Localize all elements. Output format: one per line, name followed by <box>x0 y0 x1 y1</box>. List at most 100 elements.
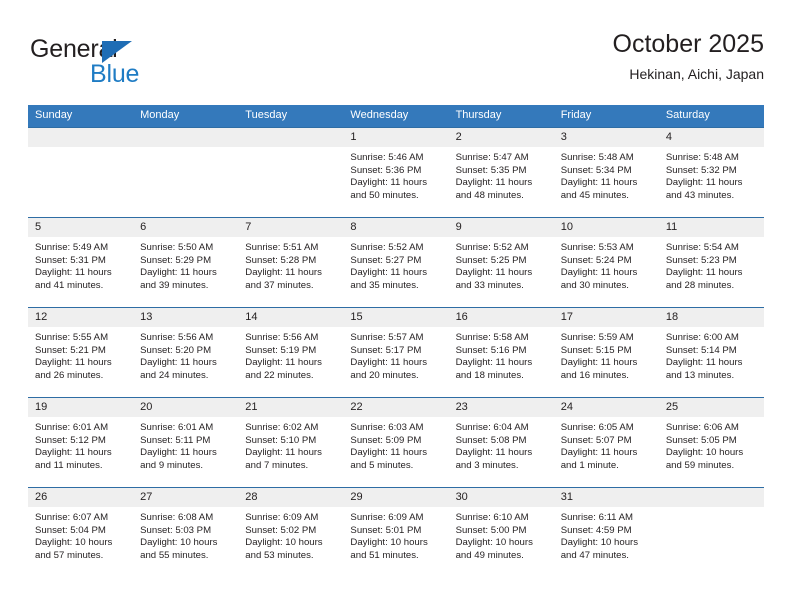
day-number: 26 <box>28 488 134 507</box>
sunrise-time: Sunrise: 6:02 AM <box>245 422 319 433</box>
sunset-time: Sunset: 5:36 PM <box>350 164 422 176</box>
daylight-duration-line2: and 49 minutes. <box>455 549 524 561</box>
sunrise-time: Sunrise: 5:49 AM <box>35 242 109 253</box>
calendar-week-row: 5 Sunrise: 5:49 AM Sunset: 5:31 PM Daylight… <box>28 217 764 308</box>
day-number <box>133 128 239 147</box>
calendar-day-cell[interactable]: 9 Sunrise: 5:52 AM Sunset: 5:25 PM Daylight… <box>448 217 554 308</box>
daylight-duration-line1: Daylight: 11 hours <box>245 447 322 459</box>
sunrise-time: Sunrise: 5:56 AM <box>140 332 214 343</box>
sunset-time: Sunset: 4:59 PM <box>560 524 632 536</box>
weekday-header-wednesday: Wednesday <box>343 105 449 128</box>
calendar-page: General Blue October 2025 Hekinan, Aichi… <box>0 0 792 612</box>
calendar-day-cell[interactable]: 10 Sunrise: 5:53 AM Sunset: 5:24 PM Dayligh… <box>553 217 659 308</box>
daylight-duration-line1: Daylight: 11 hours <box>350 177 428 189</box>
calendar-day-cell[interactable]: 11 Sunrise: 5:54 AM Sunset: 5:23 PM Dayligh… <box>658 217 764 308</box>
calendar-day-cell[interactable]: 5 Sunrise: 5:49 AM Sunset: 5:31 PM Daylight… <box>28 217 134 308</box>
sunrise-time: Sunrise: 5:57 AM <box>350 332 424 343</box>
sunset-time: Sunset: 5:02 PM <box>245 524 317 536</box>
calendar-day-cell[interactable]: 2 Sunrise: 5:47 AM Sunset: 5:35 PM Daylight… <box>448 127 554 218</box>
sunrise-time: Sunrise: 6:09 AM <box>245 512 319 523</box>
daylight-duration-line1: Daylight: 11 hours <box>665 177 743 189</box>
daylight-duration-line1: Daylight: 11 hours <box>455 357 533 369</box>
calendar-day-cell[interactable]: 28 Sunrise: 6:09 AM Sunset: 5:02 PM Dayligh… <box>238 487 344 577</box>
day-details: Sunrise: 6:10 AM Sunset: 5:00 PM Daylight:… <box>449 507 554 562</box>
day-details: Sunrise: 6:05 AM Sunset: 5:07 PM Daylight:… <box>554 417 659 472</box>
calendar-day-cell[interactable]: 16 Sunrise: 5:58 AM Sunset: 5:16 PM Dayligh… <box>448 307 554 398</box>
day-details: Sunrise: 5:48 AM Sunset: 5:32 PM Daylight:… <box>659 147 764 202</box>
calendar-day-cell[interactable]: 18 Sunrise: 6:00 AM Sunset: 5:14 PM Dayligh… <box>658 307 764 398</box>
sunset-time: Sunset: 5:07 PM <box>560 434 632 446</box>
daylight-duration-line1: Daylight: 11 hours <box>560 177 638 189</box>
calendar-day-cell[interactable]: 8 Sunrise: 5:52 AM Sunset: 5:27 PM Daylight… <box>343 217 449 308</box>
calendar-day-cell[interactable]: 25 Sunrise: 6:06 AM Sunset: 5:05 PM Dayligh… <box>658 397 764 488</box>
calendar-day-cell[interactable]: 3 Sunrise: 5:48 AM Sunset: 5:34 PM Daylight… <box>553 127 659 218</box>
calendar-day-cell[interactable]: 21 Sunrise: 6:02 AM Sunset: 5:10 PM Dayligh… <box>238 397 344 488</box>
calendar-body: 1 Sunrise: 5:46 AM Sunset: 5:36 PM Daylight… <box>28 127 764 577</box>
daylight-duration-line1: Daylight: 11 hours <box>35 447 112 459</box>
daylight-duration-line1: Daylight: 10 hours <box>140 537 218 549</box>
day-number: 4 <box>658 128 764 147</box>
calendar-day-cell[interactable]: 30 Sunrise: 6:10 AM Sunset: 5:00 PM Dayligh… <box>448 487 554 577</box>
calendar-day-cell[interactable]: 6 Sunrise: 5:50 AM Sunset: 5:29 PM Daylight… <box>133 217 239 308</box>
sunset-time: Sunset: 5:19 PM <box>245 344 317 356</box>
day-details: Sunrise: 5:51 AM Sunset: 5:28 PM Daylight:… <box>238 237 343 292</box>
daylight-duration-line2: and 43 minutes. <box>665 189 735 201</box>
daylight-duration-line2: and 59 minutes. <box>665 459 735 471</box>
weekday-header-saturday: Saturday <box>658 105 764 128</box>
weekday-header-sunday: Sunday <box>28 105 134 128</box>
sunrise-sunset-calendar: Sunday Monday Tuesday Wednesday Thursday… <box>28 105 764 577</box>
calendar-day-cell[interactable]: 27 Sunrise: 6:08 AM Sunset: 5:03 PM Dayligh… <box>133 487 239 577</box>
sunrise-time: Sunrise: 6:01 AM <box>35 422 109 433</box>
calendar-day-cell[interactable]: 4 Sunrise: 5:48 AM Sunset: 5:32 PM Daylight… <box>658 127 764 218</box>
day-details: Sunrise: 5:48 AM Sunset: 5:34 PM Daylight:… <box>554 147 659 202</box>
day-number <box>658 488 764 507</box>
calendar-day-cell[interactable]: 17 Sunrise: 5:59 AM Sunset: 5:15 PM Dayligh… <box>553 307 659 398</box>
calendar-day-cell[interactable]: 13 Sunrise: 5:56 AM Sunset: 5:20 PM Dayligh… <box>133 307 239 398</box>
sunrise-time: Sunrise: 5:50 AM <box>140 242 214 253</box>
calendar-day-cell[interactable]: 14 Sunrise: 5:56 AM Sunset: 5:19 PM Dayligh… <box>238 307 344 398</box>
day-number: 20 <box>133 398 239 417</box>
sunset-time: Sunset: 5:10 PM <box>245 434 317 446</box>
calendar-day-cell[interactable]: 1 Sunrise: 5:46 AM Sunset: 5:36 PM Daylight… <box>343 127 449 218</box>
daylight-duration-line1: Daylight: 11 hours <box>35 357 112 369</box>
day-number: 27 <box>133 488 239 507</box>
day-number: 17 <box>553 308 659 327</box>
daylight-duration-line2: and 26 minutes. <box>35 369 104 381</box>
calendar-day-cell[interactable]: 31 Sunrise: 6:11 AM Sunset: 4:59 PM Dayligh… <box>553 487 659 577</box>
day-number: 22 <box>343 398 449 417</box>
calendar-day-cell[interactable]: 26 Sunrise: 6:07 AM Sunset: 5:04 PM Dayligh… <box>28 487 134 577</box>
daylight-duration-line2: and 33 minutes. <box>455 279 524 291</box>
day-details: Sunrise: 5:58 AM Sunset: 5:16 PM Daylight:… <box>449 327 554 382</box>
calendar-day-cell[interactable]: 19 Sunrise: 6:01 AM Sunset: 5:12 PM Dayligh… <box>28 397 134 488</box>
calendar-day-cell[interactable]: 7 Sunrise: 5:51 AM Sunset: 5:28 PM Daylight… <box>238 217 344 308</box>
daylight-duration-line2: and 7 minutes. <box>245 459 309 471</box>
calendar-day-cell[interactable]: 22 Sunrise: 6:03 AM Sunset: 5:09 PM Dayligh… <box>343 397 449 488</box>
sunrise-time: Sunrise: 6:00 AM <box>665 332 739 343</box>
sunset-time: Sunset: 5:11 PM <box>140 434 211 446</box>
daylight-duration-line1: Daylight: 11 hours <box>560 267 638 279</box>
calendar-day-cell[interactable]: 24 Sunrise: 6:05 AM Sunset: 5:07 PM Dayligh… <box>553 397 659 488</box>
day-details: Sunrise: 5:50 AM Sunset: 5:29 PM Daylight:… <box>133 237 238 292</box>
daylight-duration-line2: and 11 minutes. <box>35 459 103 471</box>
calendar-day-cell[interactable]: 20 Sunrise: 6:01 AM Sunset: 5:11 PM Dayligh… <box>133 397 239 488</box>
calendar-day-cell[interactable]: 12 Sunrise: 5:55 AM Sunset: 5:21 PM Dayligh… <box>28 307 134 398</box>
calendar-day-cell[interactable]: 29 Sunrise: 6:09 AM Sunset: 5:01 PM Dayligh… <box>343 487 449 577</box>
daylight-duration-line1: Daylight: 11 hours <box>665 267 743 279</box>
daylight-duration-line1: Daylight: 10 hours <box>35 537 113 549</box>
calendar-day-cell[interactable]: 23 Sunrise: 6:04 AM Sunset: 5:08 PM Dayligh… <box>448 397 554 488</box>
sunrise-time: Sunrise: 5:46 AM <box>350 152 424 163</box>
daylight-duration-line1: Daylight: 11 hours <box>245 357 322 369</box>
day-number: 23 <box>448 398 554 417</box>
day-number: 28 <box>238 488 344 507</box>
day-details: Sunrise: 6:02 AM Sunset: 5:10 PM Daylight:… <box>238 417 343 472</box>
calendar-day-cell[interactable]: 15 Sunrise: 5:57 AM Sunset: 5:17 PM Dayligh… <box>343 307 449 398</box>
day-details: Sunrise: 5:46 AM Sunset: 5:36 PM Daylight:… <box>343 147 448 202</box>
sunrise-time: Sunrise: 5:53 AM <box>560 242 634 253</box>
sunrise-time: Sunrise: 6:09 AM <box>350 512 424 523</box>
daylight-duration-line1: Daylight: 10 hours <box>560 537 639 549</box>
general-blue-logo[interactable]: General Blue <box>30 36 240 92</box>
day-number: 18 <box>658 308 764 327</box>
daylight-duration-line2: and 53 minutes. <box>245 549 314 561</box>
weekday-header-friday: Friday <box>553 105 659 128</box>
sunrise-time: Sunrise: 5:59 AM <box>560 332 634 343</box>
